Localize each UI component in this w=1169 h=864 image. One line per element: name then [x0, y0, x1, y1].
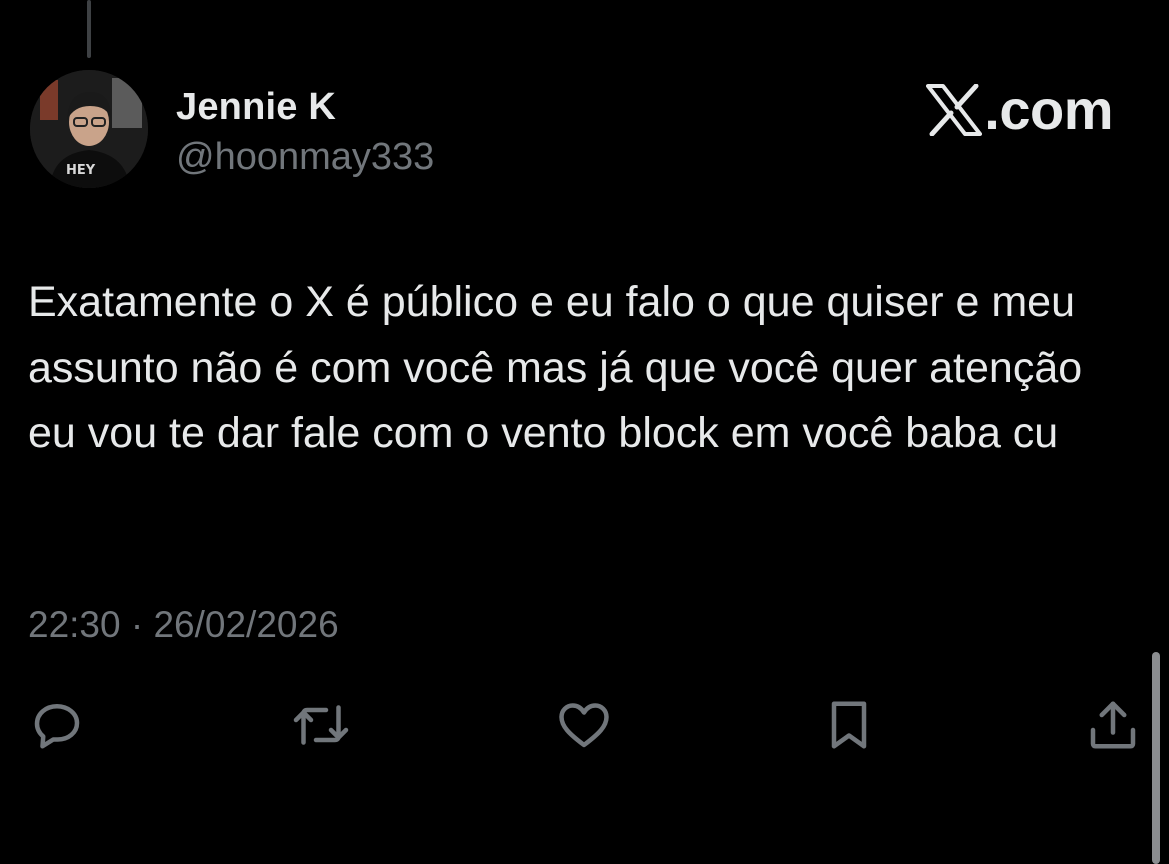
share-button[interactable] [1078, 690, 1148, 760]
reply-button[interactable] [22, 690, 92, 760]
avatar[interactable]: HEY [30, 70, 148, 188]
like-icon [559, 703, 609, 748]
post-text: Exatamente o X é público e eu falo o que… [28, 278, 1095, 457]
reply-icon [34, 704, 80, 749]
brand-watermark: .com [926, 80, 1113, 140]
post-action-bar [0, 690, 1169, 770]
author-handle[interactable]: @hoonmay333 [176, 136, 434, 179]
repost-icon [293, 705, 349, 745]
bookmark-button[interactable] [814, 690, 884, 760]
bookmark-icon [831, 701, 867, 749]
scrollbar[interactable] [1152, 652, 1160, 864]
thread-connector-line [87, 0, 91, 58]
repost-button[interactable] [286, 690, 356, 760]
avatar-image: HEY [30, 70, 148, 188]
x-logo-icon [926, 84, 983, 136]
author-name[interactable]: Jennie K [176, 86, 336, 129]
share-icon [1090, 701, 1136, 749]
brand-text: .com [984, 78, 1113, 141]
avatar-shirt-text: HEY [66, 163, 96, 178]
post-detail-view: HEY Jennie K @hoonmay333 .com Exatamente… [0, 0, 1169, 864]
like-button[interactable] [549, 690, 619, 760]
post-timestamp[interactable]: 22:30 · 26/02/2026 [28, 604, 339, 646]
